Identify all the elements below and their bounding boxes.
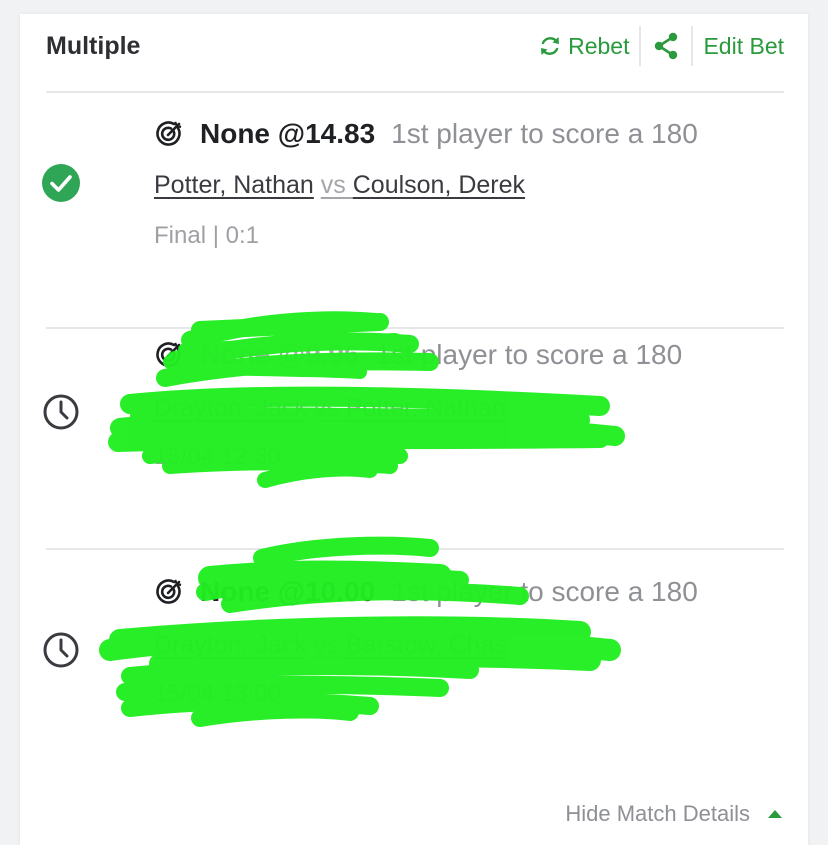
market-name: 1st player to score a 180	[391, 576, 698, 607]
dartboard-icon	[156, 121, 182, 146]
refresh-icon	[541, 37, 560, 55]
event-info: 15/04 12:30	[154, 443, 281, 470]
bet-leg: None @10.00 1st player to score a 180 Dr…	[43, 549, 784, 785]
team-home-link[interactable]: Potter, Nathan	[154, 171, 314, 199]
header-divider	[639, 26, 642, 66]
selection-odds: None @14.83	[200, 118, 376, 149]
selection-odds: None @10.00	[200, 576, 376, 607]
rebet-label: Rebet	[568, 32, 630, 59]
event-line: Potter, Nathan vs Coulson, Derek	[154, 171, 525, 200]
event-line: Drayton, Jack vs Barstow, Chas	[154, 631, 507, 660]
edit-bet-button[interactable]: Edit Bet	[703, 33, 784, 60]
bet-header: Multiple Rebet Edit Bet	[46, 14, 784, 93]
caret-up-icon	[768, 810, 782, 818]
market-name: 1st player to score a 180	[375, 339, 683, 370]
check-circle-icon	[42, 164, 80, 202]
selection-odds: None @9.96	[200, 339, 360, 370]
bet-card: Multiple Rebet Edit Bet None @14.83 1st …	[20, 14, 808, 845]
team-away-link[interactable]: Potter, Nathan	[346, 394, 506, 422]
event-line: Drayton, Jack vs Potter, Nathan	[154, 394, 506, 423]
vs-label: vs	[320, 171, 353, 199]
dartboard-icon	[156, 579, 182, 604]
team-home-link[interactable]: Drayton, Jack	[154, 394, 307, 422]
vs-label: vs	[313, 394, 346, 422]
header-actions: Rebet Edit Bet	[538, 26, 784, 66]
event-info: 15/04 13:00	[154, 680, 281, 707]
clock-icon	[43, 394, 79, 430]
bet-leg: None @14.83 1st player to score a 180 Po…	[42, 91, 784, 329]
header-divider	[691, 26, 694, 66]
dartboard-icon	[156, 342, 182, 367]
hide-details-label: Hide Match Details	[565, 801, 750, 826]
hide-match-details-button[interactable]: Hide Match Details	[565, 801, 782, 827]
market-name: 1st player to score a 180	[391, 118, 698, 149]
event-info: Final | 0:1	[154, 222, 259, 249]
team-home-link[interactable]: Drayton, Jack	[154, 631, 307, 659]
edit-bet-label: Edit Bet	[703, 32, 784, 59]
bet-type-title: Multiple	[46, 32, 141, 60]
rebet-button[interactable]: Rebet	[538, 33, 629, 60]
clock-icon	[43, 632, 79, 668]
team-away-link[interactable]: Coulson, Derek	[353, 171, 525, 199]
selection-line: None @10.00 1st player to score a 180	[154, 574, 698, 610]
selection-line: None @14.83 1st player to score a 180	[154, 116, 698, 152]
share-icon	[655, 32, 678, 60]
vs-label: vs	[313, 631, 346, 659]
share-button[interactable]	[651, 31, 681, 61]
selection-line: None @9.96 1st player to score a 180	[154, 337, 682, 373]
bet-leg: None @9.96 1st player to score a 180 Dra…	[43, 312, 784, 550]
team-away-link[interactable]: Barstow, Chas	[346, 631, 507, 659]
